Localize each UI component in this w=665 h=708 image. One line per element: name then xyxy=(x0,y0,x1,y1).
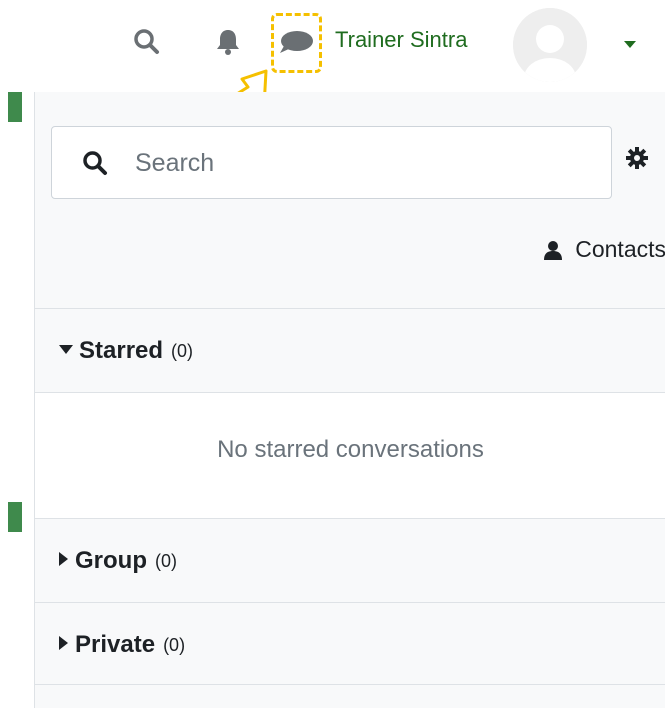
messaging-drawer: Search Contacts Starred (0) No starred c… xyxy=(34,92,665,708)
top-navbar: Trainer Sintra xyxy=(0,0,665,139)
caret-right-icon xyxy=(59,551,69,571)
user-name-link[interactable]: Trainer Sintra xyxy=(335,27,467,53)
search-input[interactable]: Search xyxy=(51,126,612,199)
divider xyxy=(35,684,665,685)
section-starred-header[interactable]: Starred (0) xyxy=(35,308,665,392)
gear-icon[interactable] xyxy=(626,147,648,174)
left-accent-top xyxy=(8,92,22,122)
section-count: (0) xyxy=(171,340,194,361)
user-icon xyxy=(544,240,563,260)
empty-message: No starred conversations xyxy=(217,436,484,463)
chevron-down-icon[interactable] xyxy=(624,36,636,54)
section-title: Private xyxy=(75,631,156,658)
section-private-header[interactable]: Private (0) xyxy=(35,602,665,686)
left-accent-mid xyxy=(8,502,22,532)
contacts-label: Contacts xyxy=(575,236,665,262)
caret-right-icon xyxy=(59,635,69,655)
search-icon[interactable] xyxy=(132,27,162,57)
section-group-header[interactable]: Group (0) xyxy=(35,518,665,602)
contacts-link[interactable]: Contacts xyxy=(543,236,665,263)
avatar[interactable] xyxy=(513,8,587,82)
caret-down-icon xyxy=(59,342,73,360)
message-icon[interactable] xyxy=(276,26,313,56)
section-title: Starred xyxy=(79,337,164,364)
search-icon xyxy=(82,150,108,181)
search-placeholder: Search xyxy=(135,149,215,177)
section-count: (0) xyxy=(155,550,177,571)
bell-icon[interactable] xyxy=(213,27,243,57)
section-count: (0) xyxy=(163,634,186,655)
section-title: Group xyxy=(75,547,147,574)
starred-empty-state: No starred conversations xyxy=(35,392,665,519)
